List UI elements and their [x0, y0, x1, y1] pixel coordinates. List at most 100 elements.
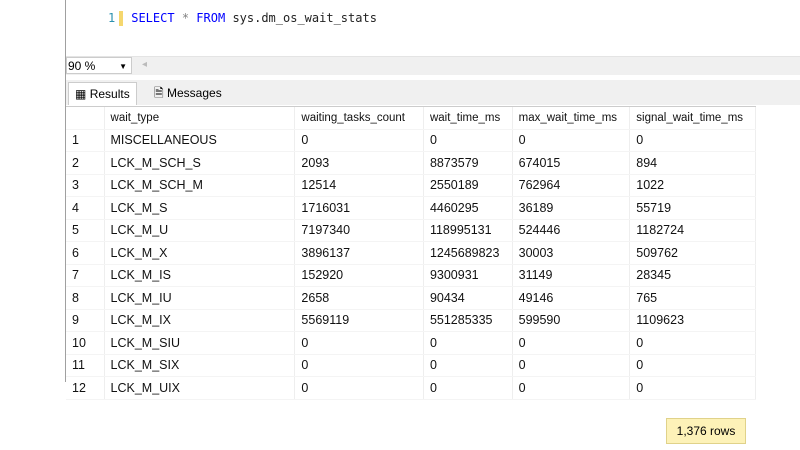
table-row[interactable]: 8LCK_M_IU26589043449146765	[66, 287, 756, 310]
column-header[interactable]	[66, 107, 104, 129]
row-number[interactable]: 1	[66, 129, 104, 152]
table-row[interactable]: 3LCK_M_SCH_M1251425501897629641022	[66, 174, 756, 197]
table-cell[interactable]: MISCELLANEOUS	[104, 129, 295, 152]
column-header[interactable]: signal_wait_time_ms	[630, 107, 756, 129]
table-cell[interactable]: 0	[630, 354, 756, 377]
row-number[interactable]: 4	[66, 197, 104, 220]
query-editor[interactable]	[66, 0, 800, 57]
table-row[interactable]: 4LCK_M_S171603144602953618955719	[66, 197, 756, 220]
table-cell[interactable]: 0	[423, 377, 512, 400]
table-cell[interactable]: 8873579	[423, 152, 512, 175]
row-number[interactable]: 8	[66, 287, 104, 310]
table-cell[interactable]: 12514	[295, 174, 424, 197]
row-number[interactable]: 3	[66, 174, 104, 197]
table-cell[interactable]: LCK_M_IU	[104, 287, 295, 310]
table-cell[interactable]: 1109623	[630, 309, 756, 332]
zoom-select[interactable]: 90 %▼	[66, 57, 132, 74]
table-row[interactable]: 1MISCELLANEOUS0000	[66, 129, 756, 152]
table-cell[interactable]: 0	[512, 332, 630, 355]
table-row[interactable]: 10LCK_M_SIU0000	[66, 332, 756, 355]
scroll-left-icon[interactable]: ◂	[142, 59, 147, 70]
table-cell[interactable]: 0	[423, 332, 512, 355]
table-cell[interactable]: 1022	[630, 174, 756, 197]
table-cell[interactable]: 118995131	[423, 219, 512, 242]
row-number[interactable]: 12	[66, 377, 104, 400]
table-cell[interactable]: 152920	[295, 264, 424, 287]
table-cell[interactable]: 0	[295, 377, 424, 400]
table-cell[interactable]: 551285335	[423, 309, 512, 332]
table-cell[interactable]: 0	[630, 129, 756, 152]
table-cell[interactable]: 509762	[630, 242, 756, 265]
column-header[interactable]: wait_time_ms	[423, 107, 512, 129]
table-cell[interactable]: 762964	[512, 174, 630, 197]
table-cell[interactable]: 0	[512, 377, 630, 400]
column-header[interactable]: waiting_tasks_count	[295, 107, 424, 129]
table-cell[interactable]: 0	[512, 129, 630, 152]
table-cell[interactable]: 0	[295, 129, 424, 152]
row-number[interactable]: 2	[66, 152, 104, 175]
table-row[interactable]: 7LCK_M_IS15292093009313114928345	[66, 264, 756, 287]
table-cell[interactable]: 31149	[512, 264, 630, 287]
table-row[interactable]: 5LCK_M_U71973401189951315244461182724	[66, 219, 756, 242]
table-cell[interactable]: 0	[295, 332, 424, 355]
row-number[interactable]: 11	[66, 354, 104, 377]
table-cell[interactable]: LCK_M_SCH_S	[104, 152, 295, 175]
table-row[interactable]: 12LCK_M_UIX0000	[66, 377, 756, 400]
table-cell[interactable]: 4460295	[423, 197, 512, 220]
table-cell[interactable]: 599590	[512, 309, 630, 332]
row-number[interactable]: 7	[66, 264, 104, 287]
table-cell[interactable]: 894	[630, 152, 756, 175]
table-cell[interactable]: 90434	[423, 287, 512, 310]
table-row[interactable]: 11LCK_M_SIX0000	[66, 354, 756, 377]
table-cell[interactable]: 2658	[295, 287, 424, 310]
tab-messages[interactable]: 🗎 Messages	[148, 82, 228, 104]
table-cell[interactable]: 9300931	[423, 264, 512, 287]
column-header[interactable]: max_wait_time_ms	[512, 107, 630, 129]
table-cell[interactable]: 2093	[295, 152, 424, 175]
table-cell[interactable]: 524446	[512, 219, 630, 242]
table-cell[interactable]: 1245689823	[423, 242, 512, 265]
query-line[interactable]: 1SELECT * FROM sys.dm_os_wait_stats	[108, 11, 377, 26]
table-cell[interactable]: 1716031	[295, 197, 424, 220]
table-cell[interactable]: LCK_M_SCH_M	[104, 174, 295, 197]
results-grid[interactable]: wait_typewaiting_tasks_countwait_time_ms…	[66, 106, 756, 400]
table-cell[interactable]: LCK_M_X	[104, 242, 295, 265]
table-row[interactable]: 2LCK_M_SCH_S20938873579674015894	[66, 152, 756, 175]
table-row[interactable]: 9LCK_M_IX55691195512853355995901109623	[66, 309, 756, 332]
row-number[interactable]: 5	[66, 219, 104, 242]
table-cell[interactable]: LCK_M_SIU	[104, 332, 295, 355]
table-cell[interactable]: 7197340	[295, 219, 424, 242]
tab-results[interactable]: ▦ Results	[68, 82, 137, 105]
row-number[interactable]: 6	[66, 242, 104, 265]
table-cell[interactable]: 674015	[512, 152, 630, 175]
table-cell[interactable]: LCK_M_UIX	[104, 377, 295, 400]
table-cell[interactable]: LCK_M_IS	[104, 264, 295, 287]
table-cell[interactable]: 0	[423, 354, 512, 377]
row-number[interactable]: 9	[66, 309, 104, 332]
grid-icon: ▦	[75, 87, 86, 101]
table-cell[interactable]: 0	[630, 332, 756, 355]
table-cell[interactable]: LCK_M_S	[104, 197, 295, 220]
table-cell[interactable]: 2550189	[423, 174, 512, 197]
tab-label: Results	[90, 87, 130, 101]
table-cell[interactable]: 30003	[512, 242, 630, 265]
chevron-down-icon: ▼	[119, 58, 127, 75]
table-cell[interactable]: 28345	[630, 264, 756, 287]
table-cell[interactable]: 55719	[630, 197, 756, 220]
table-cell[interactable]: 3896137	[295, 242, 424, 265]
table-cell[interactable]: 0	[512, 354, 630, 377]
table-row[interactable]: 6LCK_M_X3896137124568982330003509762	[66, 242, 756, 265]
table-cell[interactable]: 0	[630, 377, 756, 400]
table-cell[interactable]: 36189	[512, 197, 630, 220]
table-cell[interactable]: LCK_M_IX	[104, 309, 295, 332]
table-cell[interactable]: 0	[295, 354, 424, 377]
table-cell[interactable]: 49146	[512, 287, 630, 310]
column-header[interactable]: wait_type	[104, 107, 295, 129]
table-cell[interactable]: 1182724	[630, 219, 756, 242]
table-cell[interactable]: 765	[630, 287, 756, 310]
table-cell[interactable]: 0	[423, 129, 512, 152]
table-cell[interactable]: LCK_M_U	[104, 219, 295, 242]
table-cell[interactable]: LCK_M_SIX	[104, 354, 295, 377]
table-cell[interactable]: 5569119	[295, 309, 424, 332]
row-number[interactable]: 10	[66, 332, 104, 355]
